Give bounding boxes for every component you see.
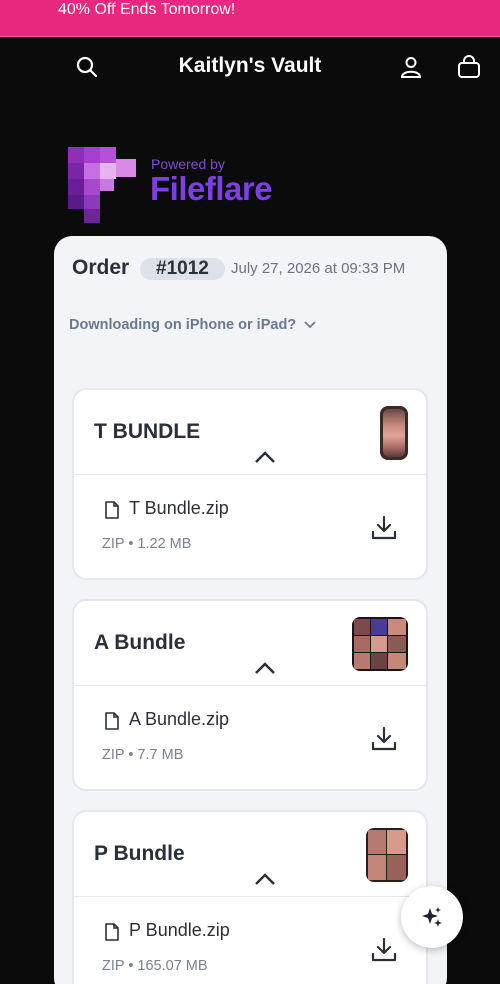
download-icon[interactable]: [370, 514, 398, 542]
bundle-thumbnail: [380, 406, 408, 460]
bundle-card: A Bundle A Bundle.zip ZIP • 7.7 MB: [72, 599, 428, 791]
order-date: July 27, 2026 at 09:33 PM: [231, 260, 406, 277]
brand-name: Fileflare: [150, 170, 273, 207]
bundle-thumbnail: [366, 828, 408, 882]
site-header: Kaitlyn's Vault: [0, 38, 500, 98]
sparkles-icon: [422, 907, 442, 927]
chevron-down-icon: [304, 321, 316, 329]
chevron-up-icon[interactable]: [254, 661, 276, 675]
fileflare-logo: Powered by Fileflare: [68, 145, 308, 225]
download-icon[interactable]: [370, 725, 398, 753]
file-meta: ZIP • 7.7 MB: [102, 747, 184, 763]
download-icon[interactable]: [370, 936, 398, 964]
order-label: Order: [72, 256, 130, 279]
bundle-title: A Bundle: [94, 631, 186, 654]
download-help-label: Downloading on iPhone or iPad?: [69, 317, 297, 333]
chevron-up-icon[interactable]: [254, 872, 276, 886]
bundle-title: P Bundle: [94, 842, 185, 865]
divider: [74, 474, 426, 475]
bundle-title: T BUNDLE: [94, 420, 201, 443]
download-help-toggle[interactable]: Downloading on iPhone or iPad?: [69, 317, 316, 333]
order-panel: Order #1012 July 27, 2026 at 09:33 PM Do…: [54, 236, 447, 984]
file-icon: [105, 923, 119, 941]
shopping-bag-icon[interactable]: [457, 55, 481, 79]
chevron-up-icon[interactable]: [254, 450, 276, 464]
promo-text: 40% Off Ends Tomorrow!: [58, 1, 236, 18]
fileflare-mark-icon: [68, 147, 136, 223]
promo-banner[interactable]: 40% Off Ends Tomorrow!: [0, 0, 500, 37]
bundle-card: T BUNDLE T Bundle.zip ZIP • 1.22 MB: [72, 388, 428, 580]
file-name[interactable]: T Bundle.zip: [129, 498, 229, 519]
bundle-card: P Bundle P Bundle.zip ZIP • 165.07 MB: [72, 810, 428, 984]
ai-assistant-button[interactable]: [401, 886, 463, 948]
divider: [74, 896, 426, 897]
bundle-thumbnail: [352, 617, 408, 671]
account-icon[interactable]: [399, 55, 423, 79]
file-meta: ZIP • 165.07 MB: [102, 958, 208, 974]
order-header: Order #1012 July 27, 2026 at 09:33 PM: [72, 256, 442, 286]
file-name[interactable]: A Bundle.zip: [129, 709, 229, 730]
file-icon: [105, 712, 119, 730]
file-icon: [105, 501, 119, 519]
divider: [74, 685, 426, 686]
file-meta: ZIP • 1.22 MB: [102, 536, 192, 552]
store-title[interactable]: Kaitlyn's Vault: [0, 54, 500, 78]
order-number-badge: #1012: [140, 258, 225, 280]
file-name[interactable]: P Bundle.zip: [129, 920, 230, 941]
